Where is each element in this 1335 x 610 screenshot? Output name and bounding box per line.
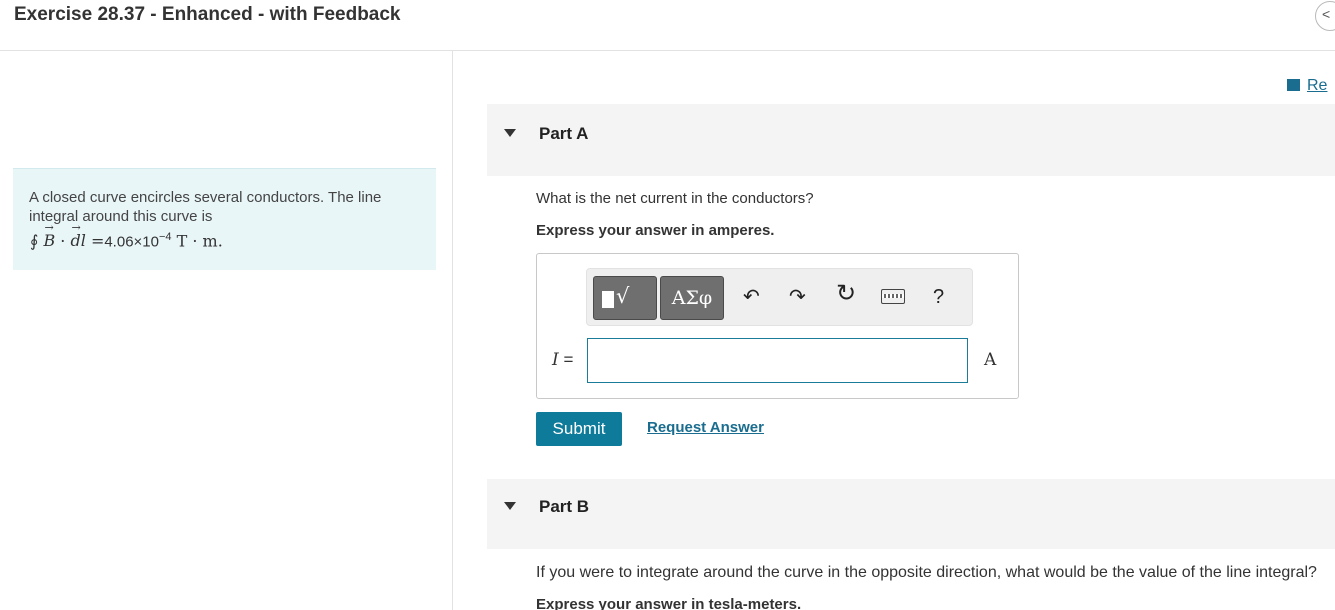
part-b-label: Part B [539, 497, 590, 516]
part-a-label: Part A [539, 124, 589, 143]
collapse-triangle-icon[interactable] [504, 129, 516, 137]
variable-symbol: I [552, 350, 559, 370]
review-label: Re [1307, 77, 1328, 94]
book-icon [1287, 79, 1302, 91]
chevron-left-icon[interactable]: < [1315, 1, 1335, 31]
part-a-question: What is the net current in the conductor… [536, 190, 814, 207]
formula-exponent: −4 [158, 231, 172, 243]
page-title: Exercise 28.37 - Enhanced - with Feedbac… [14, 4, 401, 25]
redo-icon[interactable]: ↷ [789, 284, 806, 310]
keyboard-icon[interactable] [881, 289, 905, 304]
templates-button[interactable]: √ [593, 276, 657, 320]
submit-button[interactable]: Submit [536, 412, 622, 446]
part-b-question: If you were to integrate around the curv… [536, 564, 1317, 581]
formula-units: T · m. [176, 231, 223, 251]
variable-label: I = [552, 350, 573, 370]
vector-dl: dl [70, 221, 85, 250]
problem-statement: A closed curve encircles several conduct… [13, 168, 436, 270]
contour-integral-symbol: ∮ [30, 231, 39, 251]
unit-label: A [984, 350, 997, 370]
answer-box: √ ΑΣφ ↶ ↷ ↻ ? I = A [536, 253, 1019, 399]
nav-glyph: < [1322, 6, 1331, 22]
part-a-header[interactable]: Part A [487, 104, 1335, 176]
part-a-instruction: Express your answer in amperes. [536, 222, 775, 239]
part-b-instruction: Express your answer in tesla-meters. [536, 596, 802, 610]
help-icon[interactable]: ? [933, 284, 944, 310]
answer-input[interactable] [587, 338, 968, 383]
column-divider [452, 51, 453, 610]
top-bar: Exercise 28.37 - Enhanced - with Feedbac… [0, 0, 1335, 51]
reset-icon[interactable]: ↻ [836, 281, 856, 307]
template-block-icon [602, 291, 614, 308]
dot-operator: · [60, 231, 66, 251]
part-b-header[interactable]: Part B [487, 479, 1335, 549]
equals-sign: = [90, 231, 105, 251]
greek-symbols-button[interactable]: ΑΣφ [660, 276, 724, 320]
line-integral-formula: ∮ B · dl =4.06×10−4 T · m. [30, 221, 223, 251]
variable-equals: = [558, 350, 574, 369]
vector-b: B [43, 221, 55, 250]
review-link[interactable]: Re [1287, 77, 1327, 95]
templates-icon: √ [616, 284, 630, 308]
formula-value: 4.06×10 [104, 233, 159, 251]
math-toolbar: √ ΑΣφ ↶ ↷ ↻ ? [586, 268, 973, 326]
request-answer-link[interactable]: Request Answer [647, 419, 764, 436]
undo-icon[interactable]: ↶ [743, 284, 760, 310]
collapse-triangle-icon[interactable] [504, 502, 516, 510]
problem-text: A closed curve encircles several conduct… [29, 189, 382, 225]
